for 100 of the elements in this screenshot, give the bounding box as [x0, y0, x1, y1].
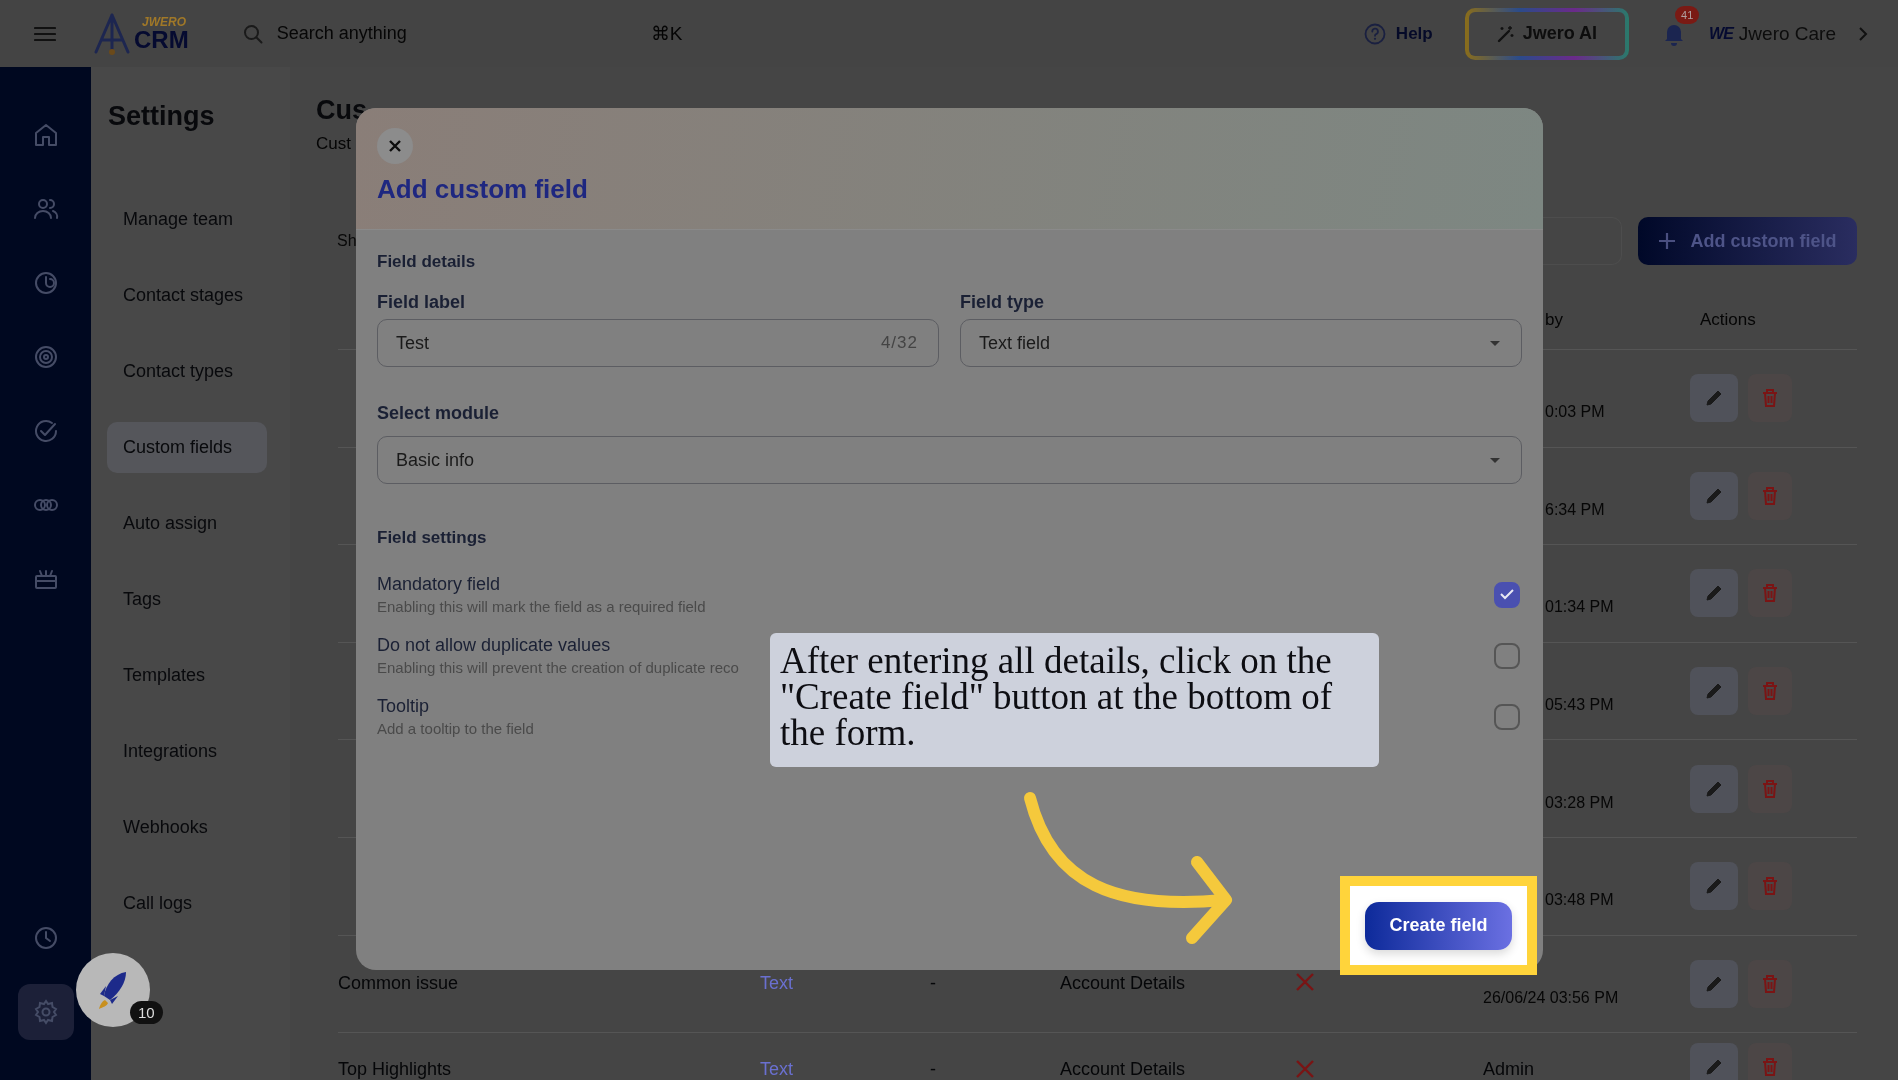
settings-nav-item[interactable]: Auto assign: [107, 498, 267, 549]
rail-button[interactable]: [17, 984, 74, 1040]
delete-button[interactable]: [1748, 471, 1792, 520]
field-label-input[interactable]: Test 4/32: [377, 319, 939, 367]
logo-text: CRM: [134, 27, 189, 52]
table-cell: Admin: [1483, 1059, 1535, 1080]
delete-button[interactable]: [1748, 764, 1792, 813]
delete-button[interactable]: [1748, 667, 1792, 716]
trash-icon: [1761, 583, 1779, 604]
section-heading: Field settings: [377, 528, 488, 548]
logo-caption: JWERO: [142, 15, 187, 28]
dropdown-caret-icon: [1489, 456, 1501, 464]
table-cell: 6:34 PM: [1545, 500, 1605, 519]
field-label: Field type: [960, 292, 1045, 313]
trash-icon: [1761, 876, 1779, 897]
table-cell: 03:28 PM: [1545, 793, 1614, 812]
gauge-icon: [32, 270, 59, 296]
field-label: Field label: [377, 292, 467, 313]
settings-nav-item[interactable]: Contact types: [107, 346, 267, 397]
page-subtitle: Cust: [316, 134, 351, 154]
account-menu[interactable]: WE Jwero Care: [1709, 22, 1868, 45]
checkbox[interactable]: [1494, 581, 1520, 608]
table-cell: 03:48 PM: [1545, 891, 1614, 910]
pencil-icon: [1704, 876, 1724, 897]
help-link[interactable]: Help: [1363, 22, 1433, 45]
close-icon: [388, 139, 402, 153]
close-button[interactable]: [377, 128, 413, 164]
edit-button[interactable]: [1690, 1043, 1738, 1080]
pencil-icon: [1704, 583, 1724, 604]
table-cell: 05:43 PM: [1545, 696, 1614, 715]
setting-title: Do not allow duplicate values: [377, 635, 612, 656]
field-type-dropdown[interactable]: Text field: [960, 319, 1522, 367]
pencil-icon: [1704, 681, 1724, 702]
check-icon: [1500, 589, 1514, 600]
settings-nav-item[interactable]: Contact stages: [107, 270, 267, 321]
edit-button[interactable]: [1690, 569, 1738, 618]
character-counter: 4/32: [880, 333, 918, 353]
table-cell: Account Details: [1060, 973, 1186, 994]
settings-nav-item[interactable]: Templates: [107, 650, 267, 701]
field-label: Select module: [377, 403, 501, 424]
edit-button[interactable]: [1690, 959, 1738, 1008]
trash-icon: [1761, 388, 1779, 409]
settings-nav-item[interactable]: Call logs: [107, 878, 267, 929]
people-icon: [32, 196, 59, 222]
checkbox[interactable]: [1494, 703, 1520, 730]
trash-icon: [1761, 778, 1779, 799]
section-heading: Field details: [377, 252, 477, 272]
table-cell: 26/06/24 03:56 PM: [1483, 988, 1619, 1007]
settings-nav-item[interactable]: Tags: [107, 574, 267, 625]
delete-button[interactable]: [1748, 1043, 1792, 1080]
trash-icon: [1761, 485, 1779, 506]
delete-button[interactable]: [1748, 569, 1792, 618]
column-header: Actions: [1700, 310, 1756, 330]
column-header: by: [1545, 310, 1563, 329]
type-link[interactable]: Text: [760, 973, 793, 994]
gear-icon: [32, 999, 59, 1025]
table-cell: Top Highlights: [338, 1059, 452, 1080]
edit-button[interactable]: [1690, 471, 1738, 520]
settings-nav-item[interactable]: Webhooks: [107, 802, 267, 853]
settings-title: Settings: [108, 101, 216, 132]
shortcut-hint: ⌘K: [650, 22, 683, 45]
table-cell: 01:34 PM: [1545, 598, 1614, 617]
magic-wand-icon: [1496, 24, 1515, 43]
edit-button[interactable]: [1690, 374, 1738, 423]
settings-nav-item[interactable]: Manage team: [107, 194, 267, 245]
target-icon: [32, 344, 59, 370]
edit-button[interactable]: [1690, 862, 1738, 911]
logo-icon: [92, 11, 132, 56]
trash-icon: [1761, 1057, 1779, 1078]
help-icon: [1363, 22, 1386, 45]
search-field[interactable]: Search anything: [274, 22, 639, 45]
table-cell: Account Details: [1060, 1059, 1186, 1080]
trash-icon: [1761, 973, 1779, 994]
callout-text: After entering all details, click on the "Create field" button at the bottom of the form.: [780, 640, 1333, 753]
settings-nav-item[interactable]: Custom fields: [107, 422, 267, 473]
filter-text: Sh: [337, 232, 357, 250]
create-field-button[interactable]: Create field: [1365, 901, 1512, 950]
delete-button[interactable]: [1748, 862, 1792, 911]
clock-icon: [32, 925, 59, 951]
menu-icon[interactable]: [34, 25, 56, 42]
checkbox[interactable]: [1494, 642, 1520, 669]
module-dropdown[interactable]: Basic info: [377, 436, 1522, 484]
settings-nav-item[interactable]: Integrations: [107, 726, 267, 777]
delete-button[interactable]: [1748, 374, 1792, 423]
table-cell: 0:03 PM: [1545, 403, 1605, 422]
check-circle-icon: [32, 418, 59, 444]
trash-icon: [1761, 681, 1779, 702]
edit-button[interactable]: [1690, 764, 1738, 813]
notification-badge: 41: [1675, 5, 1700, 24]
chevron-right-icon: [1858, 25, 1868, 42]
launcher-badge: 10: [130, 1001, 163, 1024]
table-cell: -: [930, 1059, 936, 1080]
type-link[interactable]: Text: [760, 1059, 793, 1080]
table-cell: Common issue: [338, 973, 459, 994]
edit-button[interactable]: [1690, 667, 1738, 716]
pencil-icon: [1704, 1057, 1724, 1078]
pencil-icon: [1704, 388, 1724, 409]
plus-icon: [1658, 232, 1677, 250]
delete-button[interactable]: [1748, 959, 1792, 1008]
table-cell: -: [930, 973, 936, 994]
